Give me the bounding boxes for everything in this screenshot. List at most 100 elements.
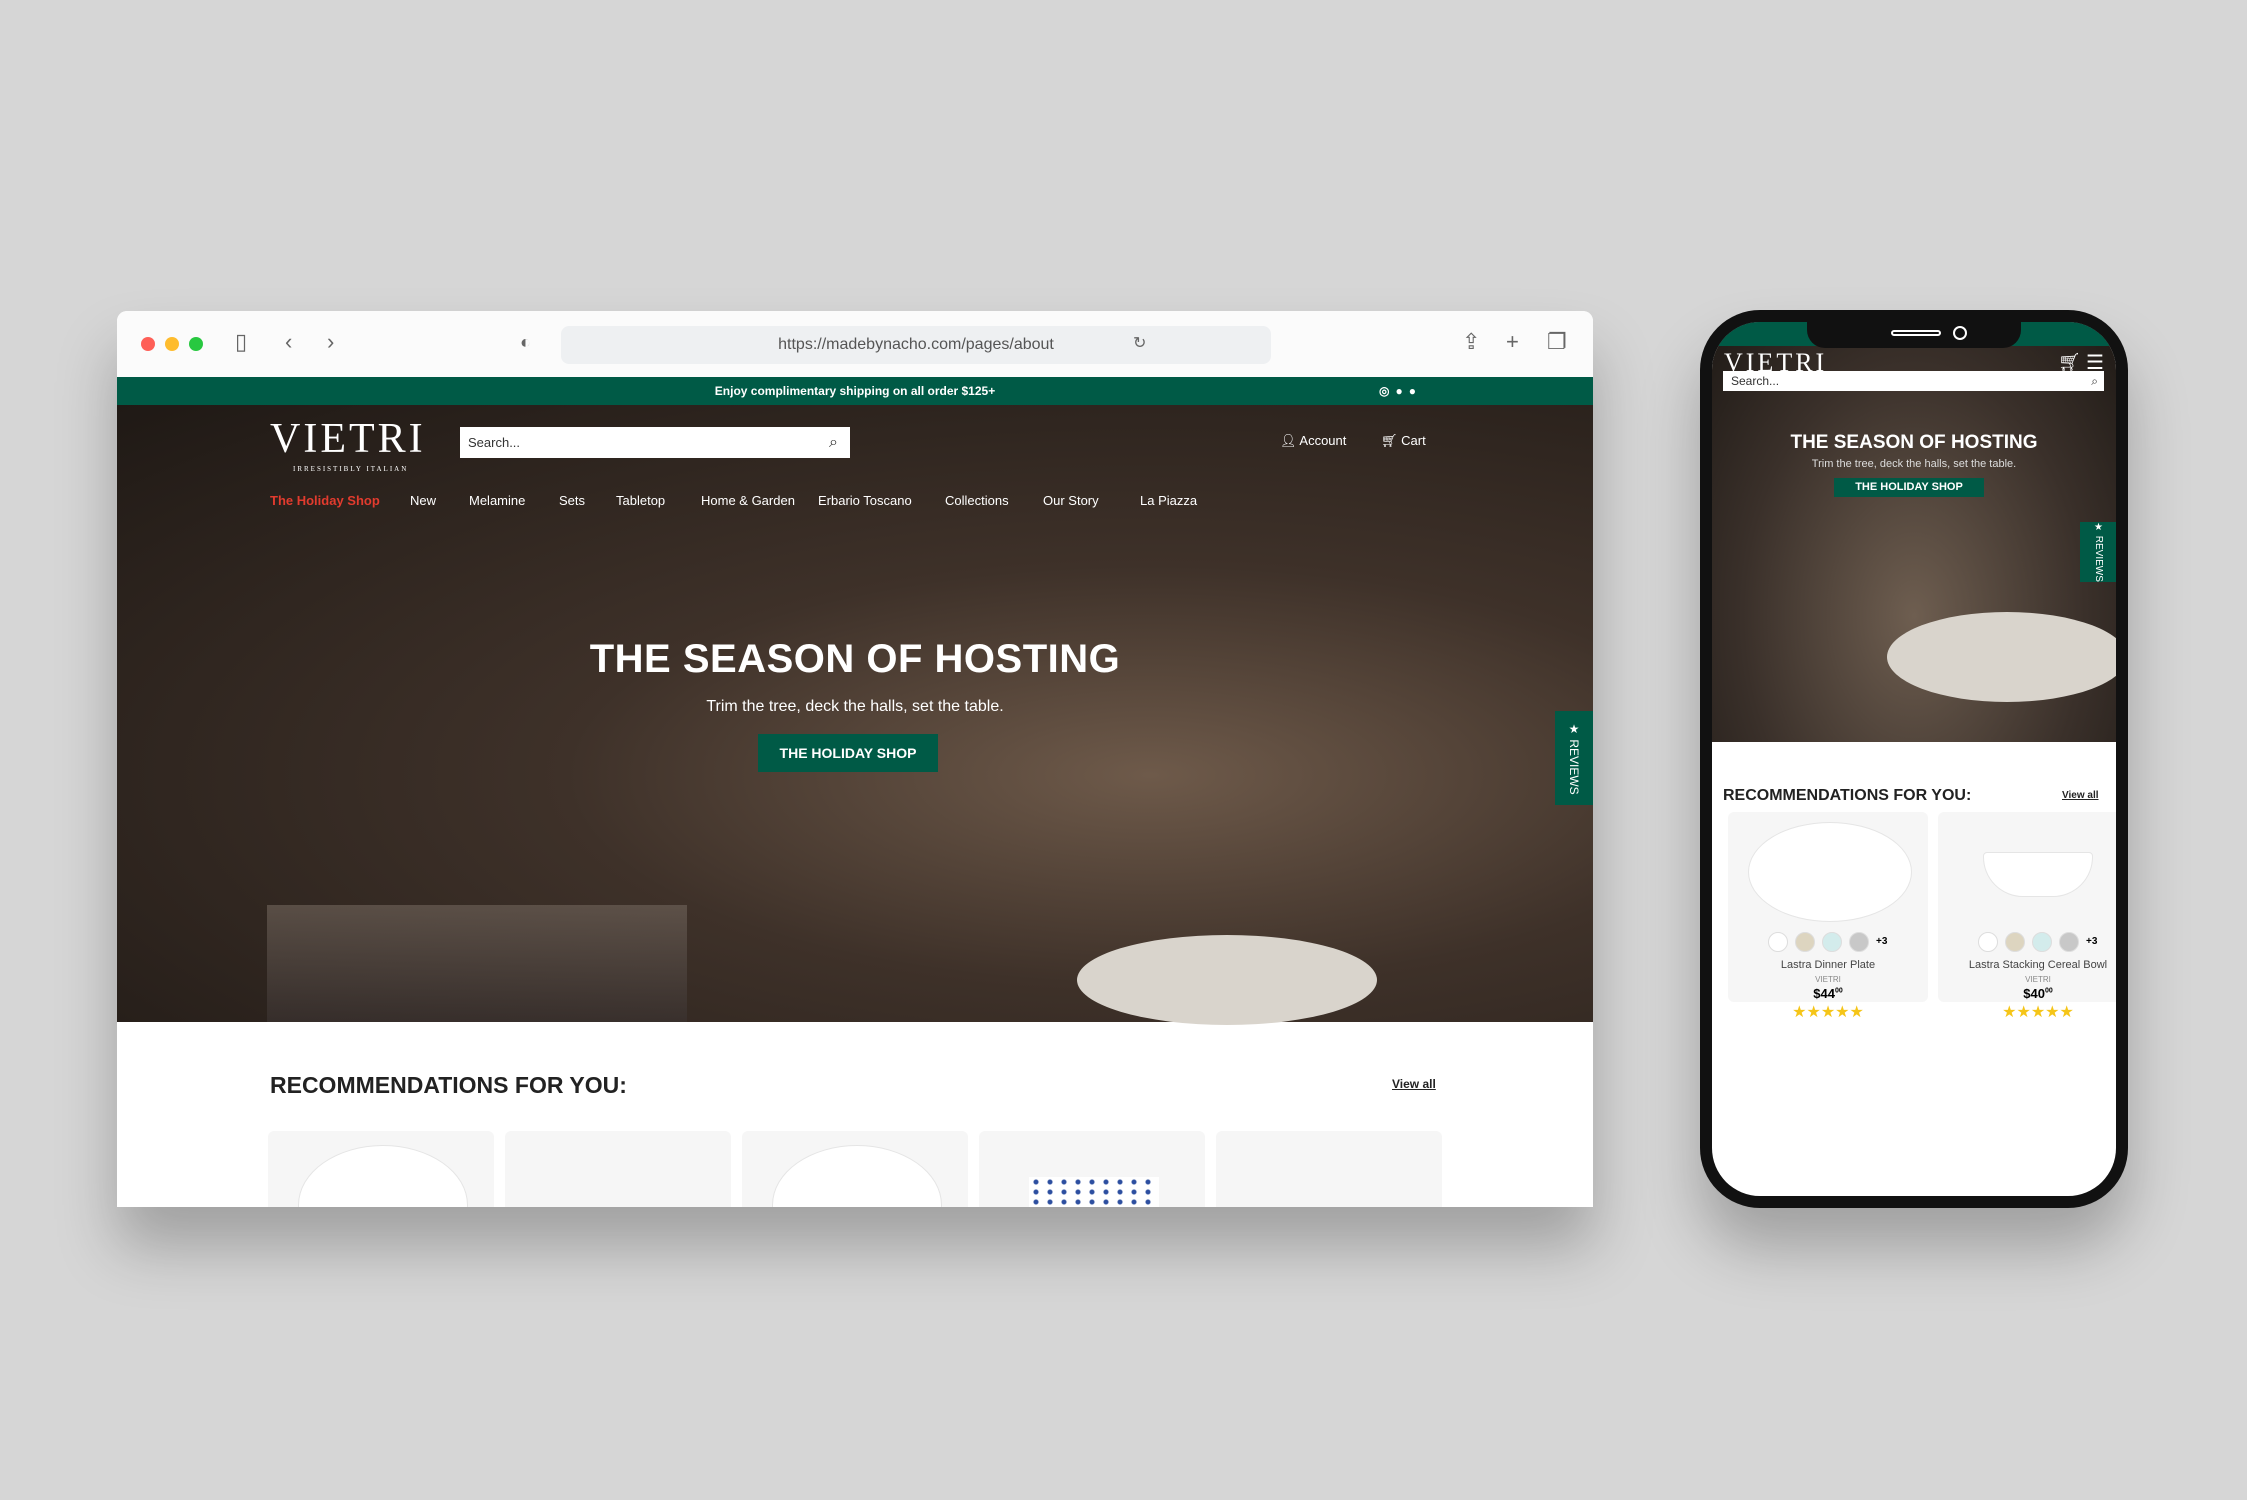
- account-label: Account: [1299, 433, 1347, 448]
- mobile-hero-title: THE SEASON OF HOSTING: [1790, 432, 2038, 453]
- product-card[interactable]: [505, 1131, 731, 1207]
- product-brand: VIETRI: [1815, 975, 1841, 984]
- account-icon: 👤︎: [1280, 433, 1300, 448]
- search-placeholder: Search...: [1731, 374, 1780, 388]
- search-input[interactable]: Search... ⌕: [460, 427, 850, 458]
- reload-icon[interactable]: ↻: [1133, 333, 1146, 353]
- nav-la-piazza[interactable]: La Piazza: [1140, 493, 1197, 508]
- minimize-button[interactable]: [165, 337, 179, 351]
- tabs-overview-icon[interactable]: ❐: [1547, 329, 1567, 355]
- nav-home-garden[interactable]: Home & Garden: [701, 493, 795, 508]
- new-tab-icon[interactable]: +: [1506, 329, 1519, 355]
- forward-icon[interactable]: ›: [327, 329, 334, 355]
- swatch-white[interactable]: [1768, 932, 1788, 952]
- mobile-view-all-link[interactable]: View all: [2062, 790, 2099, 801]
- product-image: [1029, 1177, 1159, 1207]
- hero-paint-jars-image: [267, 905, 687, 1022]
- maximize-button[interactable]: [189, 337, 203, 351]
- mobile-hero-plate-image: [1887, 612, 2116, 702]
- instagram-icon[interactable]: ◎: [1379, 384, 1395, 398]
- hero-title: THE SEASON OF HOSTING: [589, 637, 1121, 681]
- phone-speaker: [1891, 330, 1941, 336]
- search-placeholder: Search...: [468, 435, 521, 450]
- swatch-linen[interactable]: [2005, 932, 2025, 952]
- price-dollars: $44: [1813, 986, 1835, 1001]
- cart-label: Cart: [1401, 433, 1426, 448]
- mobile-holiday-shop-button[interactable]: THE HOLIDAY SHOP: [1834, 478, 1984, 497]
- back-icon[interactable]: ‹: [285, 329, 292, 355]
- promo-bar: Enjoy complimentary shipping on all orde…: [117, 377, 1593, 405]
- more-colors: +3: [2086, 936, 2098, 947]
- facebook-icon[interactable]: ●: [1395, 384, 1408, 398]
- color-swatches: +3: [1768, 932, 1898, 954]
- shield-icon: ◐: [520, 332, 531, 352]
- more-colors: +3: [1876, 936, 1888, 947]
- social-icons: ◎●●: [1379, 377, 1422, 405]
- nav-holiday-shop[interactable]: The Holiday Shop: [270, 493, 380, 508]
- sidebar-icon[interactable]: ▯: [235, 329, 247, 355]
- product-name[interactable]: Lastra Stacking Cereal Bowl: [1938, 959, 2116, 971]
- nav-melamine[interactable]: Melamine: [469, 493, 525, 508]
- hero-banner: VIETRI IRRESISTIBLY ITALIAN Search... ⌕ …: [117, 405, 1593, 1025]
- hero-subtitle: Trim the tree, deck the halls, set the t…: [706, 698, 1004, 715]
- holiday-shop-button[interactable]: THE HOLIDAY SHOP: [758, 734, 938, 772]
- product-card[interactable]: [268, 1131, 494, 1207]
- product-image: [1748, 822, 1912, 922]
- color-swatches: +3: [1978, 932, 2108, 954]
- nav-new[interactable]: New: [410, 493, 436, 508]
- mobile-hero: VIETRI 🛒︎ ☰ Search... ⌕ THE SEASON OF HO…: [1712, 322, 2116, 742]
- product-card[interactable]: [742, 1131, 968, 1207]
- swatch-gray[interactable]: [2059, 932, 2079, 952]
- desktop-browser-window: ▯ ‹ › ◐ https://madebynacho.com/pages/ab…: [117, 311, 1593, 1207]
- reviews-tab[interactable]: ★ REVIEWS: [1555, 711, 1593, 805]
- swatch-white[interactable]: [1978, 932, 1998, 952]
- close-button[interactable]: [141, 337, 155, 351]
- mobile-hero-subtitle: Trim the tree, deck the halls, set the t…: [1811, 458, 2017, 470]
- search-icon[interactable]: ⌕: [829, 427, 838, 458]
- mobile-reviews-tab[interactable]: ★ REVIEWS: [2080, 522, 2116, 582]
- product-card[interactable]: +3 Lastra Stacking Cereal Bowl VIETRI $4…: [1938, 812, 2116, 1021]
- cart-icon: 🛒︎: [1381, 433, 1402, 448]
- hero-plate-image: [1077, 935, 1377, 1025]
- nav-sets[interactable]: Sets: [559, 493, 585, 508]
- product-card[interactable]: +3 Lastra Dinner Plate VIETRI $4400 ★★★★…: [1728, 812, 1928, 1021]
- nav-collections[interactable]: Collections: [945, 493, 1009, 508]
- logo[interactable]: VIETRI: [270, 415, 426, 463]
- product-card[interactable]: [1216, 1131, 1442, 1207]
- account-link[interactable]: 👤︎ Account: [1280, 433, 1346, 449]
- product-brand: VIETRI: [2025, 975, 2051, 984]
- star-rating: ★★★★★: [1792, 1004, 1864, 1021]
- mobile-screen: VIETRI 🛒︎ ☰ Search... ⌕ THE SEASON OF HO…: [1712, 322, 2116, 1196]
- product-name[interactable]: Lastra Dinner Plate: [1728, 959, 1928, 971]
- swatch-aqua[interactable]: [2032, 932, 2052, 952]
- price-dollars: $40: [2023, 986, 2045, 1001]
- star-rating: ★★★★★: [2002, 1004, 2074, 1021]
- product-price: $4000: [1938, 986, 2116, 1001]
- swatch-linen[interactable]: [1795, 932, 1815, 952]
- swatch-aqua[interactable]: [1822, 932, 1842, 952]
- view-all-link[interactable]: View all: [1392, 1077, 1436, 1091]
- search-icon[interactable]: ⌕: [2091, 371, 2098, 391]
- price-cents: 00: [2044, 987, 2053, 995]
- mobile-phone-frame: VIETRI 🛒︎ ☰ Search... ⌕ THE SEASON OF HO…: [1700, 310, 2128, 1208]
- main-nav: The Holiday Shop New Melamine Sets Table…: [270, 493, 1470, 513]
- mobile-cart-icon[interactable]: 🛒︎: [2058, 352, 2081, 373]
- product-card[interactable]: [979, 1131, 1205, 1207]
- address-bar[interactable]: https://madebynacho.com/pages/about: [561, 326, 1271, 364]
- share-icon[interactable]: ⇪: [1462, 329, 1480, 355]
- nav-erbario-toscano[interactable]: Erbario Toscano: [818, 493, 912, 508]
- logo-tagline: IRRESISTIBLY ITALIAN: [293, 465, 409, 473]
- browser-toolbar: ▯ ‹ › ◐ https://madebynacho.com/pages/ab…: [117, 311, 1593, 377]
- nav-tabletop[interactable]: Tabletop: [616, 493, 665, 508]
- nav-our-story[interactable]: Our Story: [1043, 493, 1099, 508]
- swatch-gray[interactable]: [1849, 932, 1869, 952]
- cart-link[interactable]: 🛒︎ Cart: [1381, 433, 1426, 449]
- product-image: [772, 1145, 942, 1207]
- recommendations-title: RECOMMENDATIONS FOR YOU:: [270, 1072, 627, 1098]
- mobile-search-input[interactable]: Search... ⌕: [1723, 371, 2104, 391]
- price-cents: 00: [1834, 987, 1843, 995]
- product-price: $4400: [1728, 986, 1928, 1001]
- pinterest-icon[interactable]: ●: [1409, 384, 1422, 398]
- product-image: [298, 1145, 468, 1207]
- phone-camera: [1953, 326, 1967, 340]
